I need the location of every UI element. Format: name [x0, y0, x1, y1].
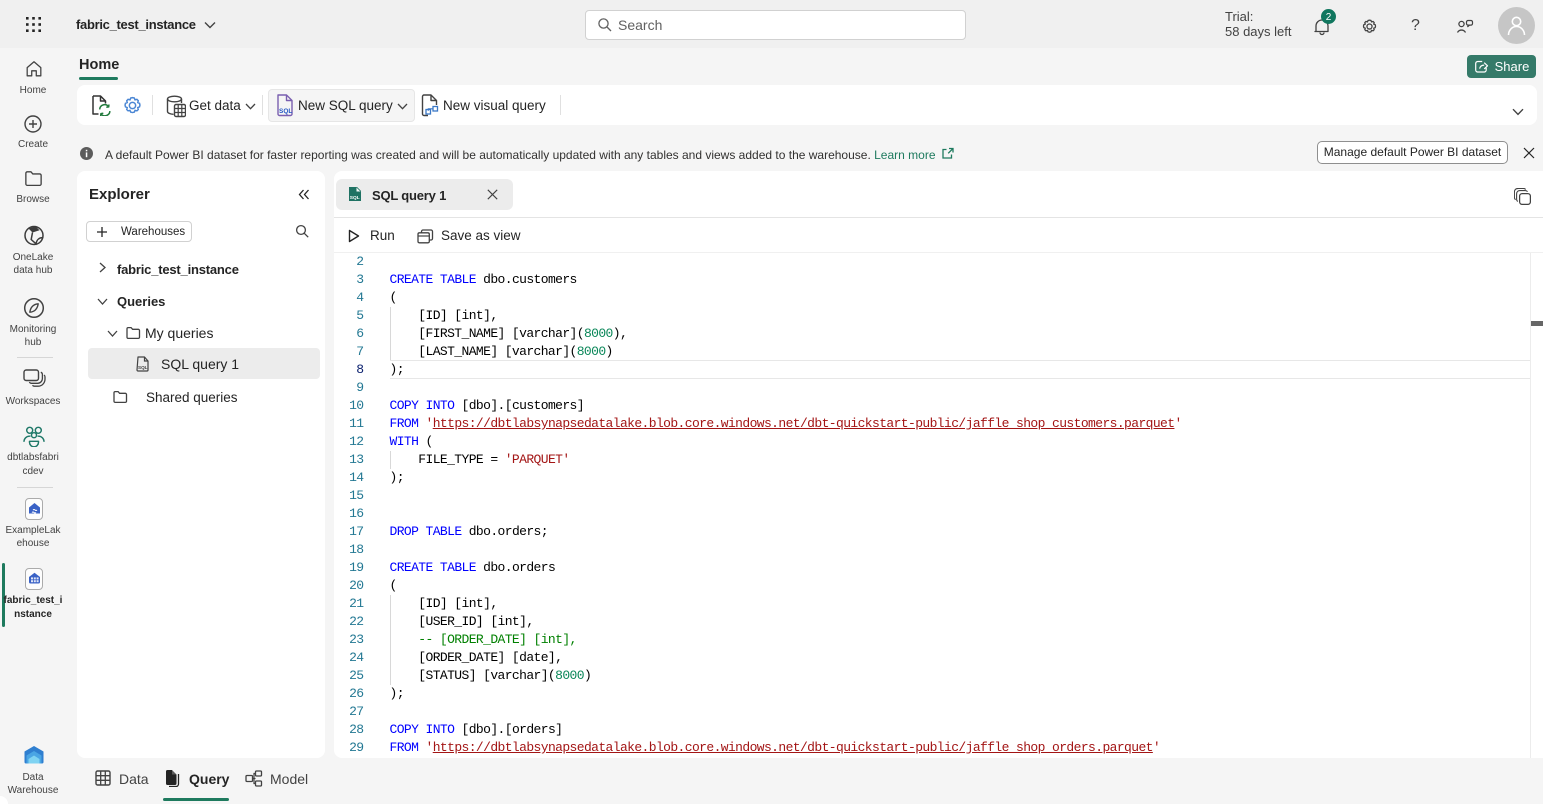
- svg-text:2: 2: [1326, 12, 1332, 23]
- svg-text:SQL: SQL: [350, 195, 360, 201]
- svg-text:SQL: SQL: [279, 108, 292, 115]
- svg-text:SQL: SQL: [138, 365, 148, 370]
